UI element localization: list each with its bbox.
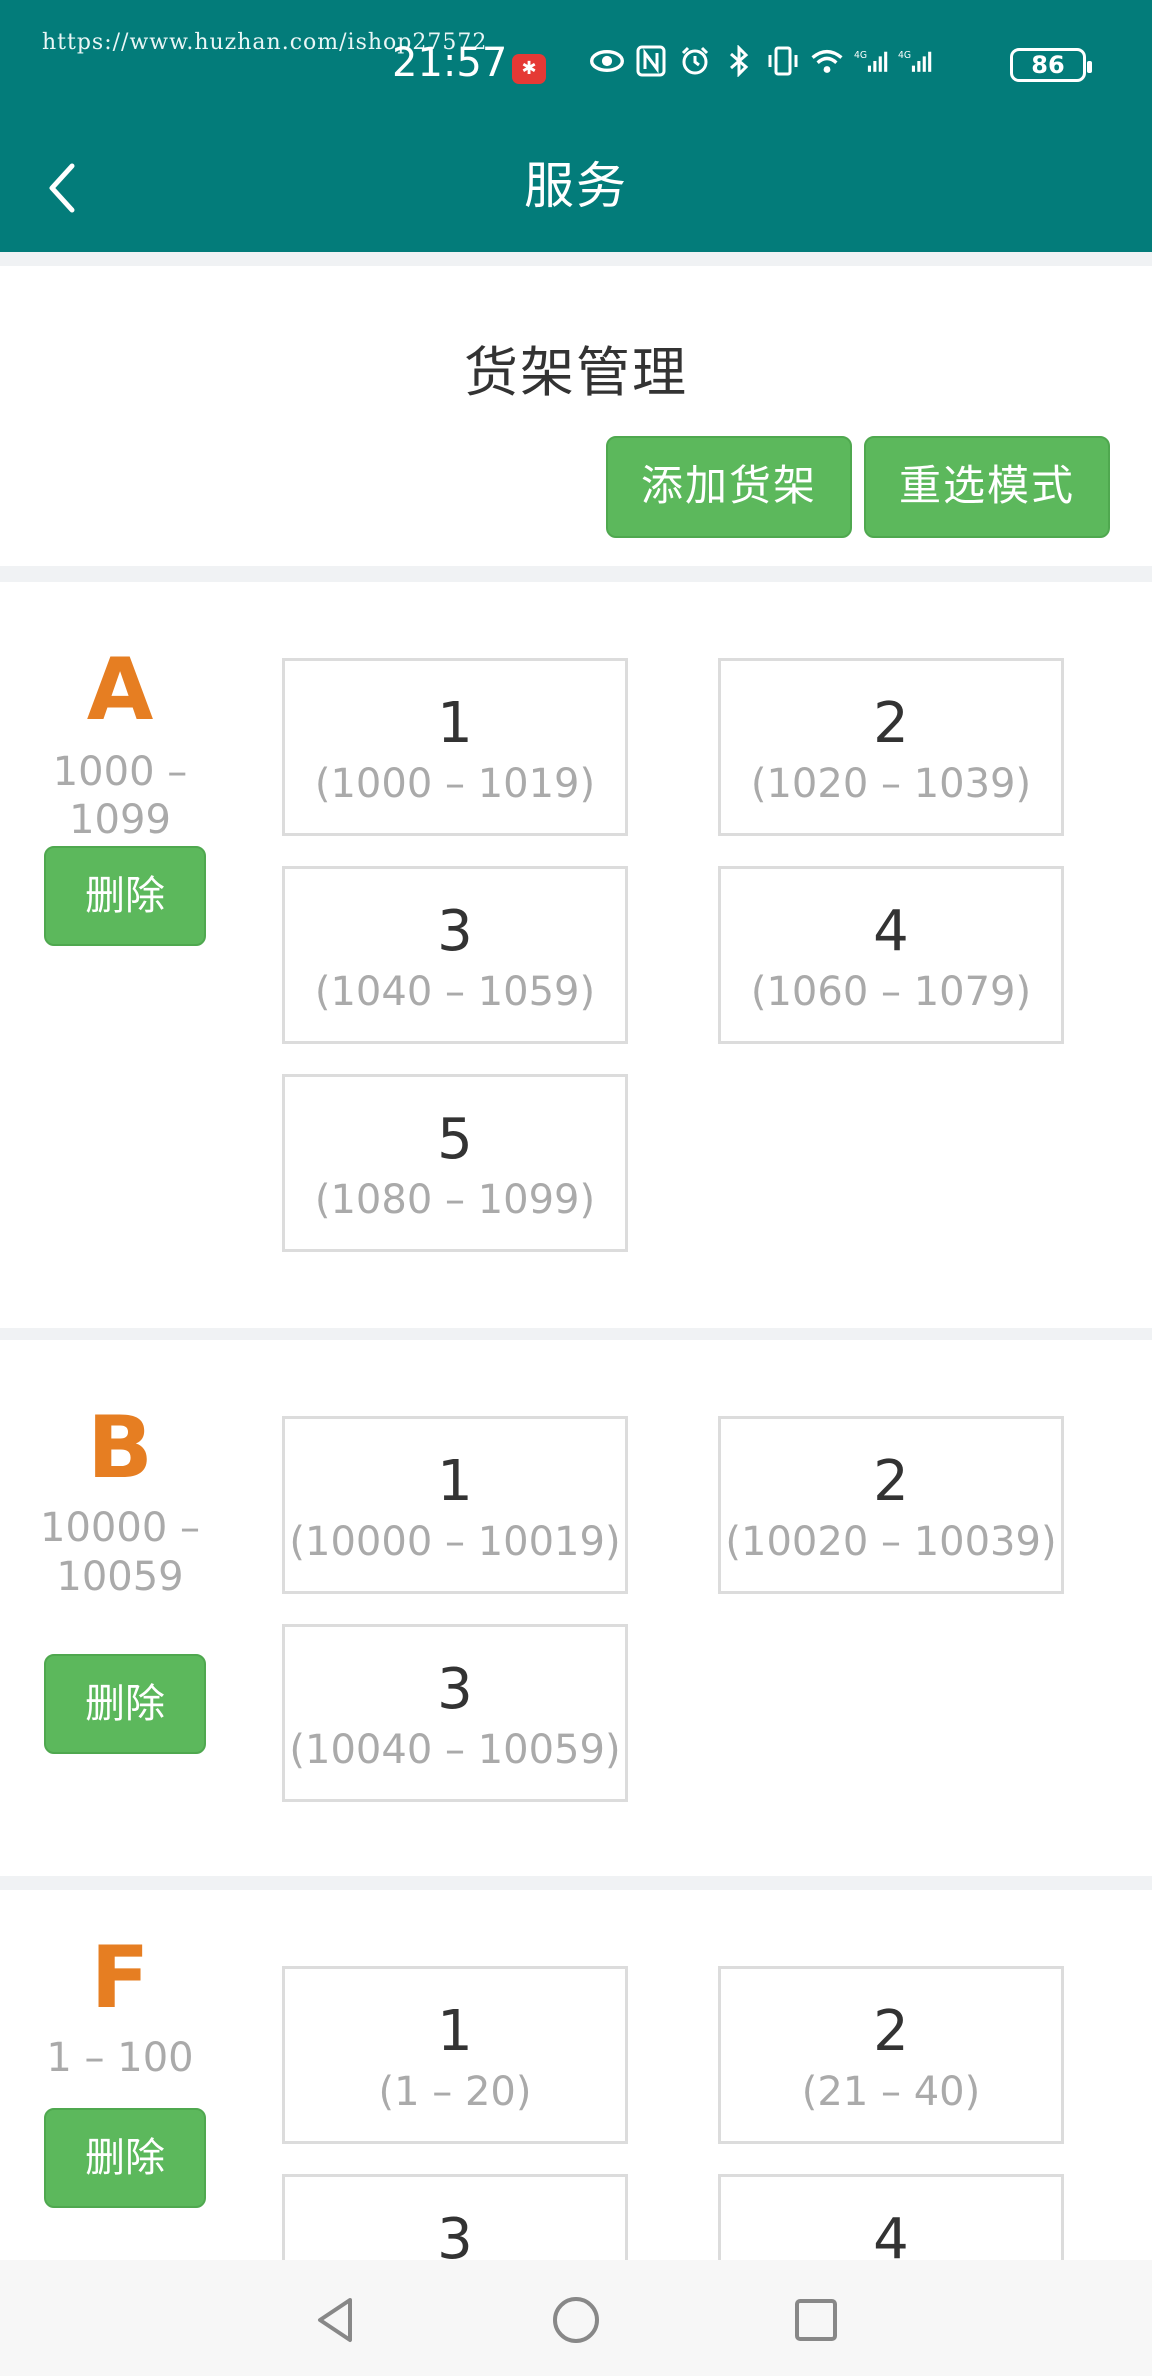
shelf-letter: B: [87, 1398, 153, 1498]
cell-number: 2: [873, 1999, 909, 2064]
cell-number: 1: [437, 1999, 473, 2064]
shelf-cell[interactable]: 1 (1000 – 1019): [282, 658, 628, 836]
cell-range: (1 – 20): [378, 2069, 532, 2115]
cell-number: 2: [873, 1449, 909, 1514]
cell-number: 3: [437, 1657, 473, 1722]
svg-text:4G: 4G: [854, 50, 867, 61]
shelf-section-f: F 1 – 100 删除 1 (1 – 20) 2 (21 – 40) 3 4: [0, 1890, 1152, 2352]
page-title: 服务: [524, 157, 628, 215]
shelf-cell[interactable]: 3 (1040 – 1059): [282, 866, 628, 1044]
cell-number: 1: [437, 691, 473, 756]
nav-home-icon[interactable]: [546, 2290, 606, 2350]
eye-icon: [590, 44, 624, 78]
svg-text:4G: 4G: [898, 50, 911, 61]
shelf-cell[interactable]: 4 (1060 – 1079): [718, 866, 1064, 1044]
cell-range: (10020 – 10039): [725, 1519, 1057, 1565]
shelf-cell[interactable]: 1 (1 – 20): [282, 1966, 628, 2144]
cell-range: (10000 – 10019): [289, 1519, 621, 1565]
cell-range: (1000 – 1019): [314, 761, 596, 807]
delete-shelf-button[interactable]: 删除: [44, 2108, 206, 2208]
cell-number: 4: [873, 899, 909, 964]
cell-range: (1060 – 1079): [750, 969, 1032, 1015]
shelf-cell[interactable]: 2 (10020 – 10039): [718, 1416, 1064, 1594]
nav-back-icon[interactable]: [306, 2290, 366, 2350]
app-header: https://www.huzhan.com/ishop27572 21:57 …: [0, 0, 1152, 252]
cell-range: (21 – 40): [801, 2069, 981, 2115]
reselect-mode-button[interactable]: 重选模式: [864, 436, 1110, 538]
cell-range: (1040 – 1059): [314, 969, 596, 1015]
bluetooth-icon: [722, 44, 756, 78]
shelf-range: 1000 – 1099: [52, 749, 188, 843]
signal-4g-icon: 4G: [854, 44, 888, 78]
shelf-range: 10000 – 10059: [40, 1505, 200, 1600]
battery-indicator: 86: [1010, 48, 1092, 82]
status-time: 21:57: [392, 40, 508, 86]
add-shelf-button[interactable]: 添加货架: [606, 436, 852, 538]
cell-range: (1080 – 1099): [314, 1177, 596, 1223]
cell-range: (1020 – 1039): [750, 761, 1032, 807]
shelf-letter: A: [86, 640, 154, 740]
shelf-cell[interactable]: 5 (1080 – 1099): [282, 1074, 628, 1252]
app-notification-badge: ✱: [512, 54, 546, 84]
cell-number: 3: [437, 899, 473, 964]
shelf-cell[interactable]: 1 (10000 – 10019): [282, 1416, 628, 1594]
status-icons: 4G 4G: [590, 44, 932, 78]
cell-number: 5: [437, 1107, 473, 1172]
wifi-icon: [810, 44, 844, 78]
shelf-cell[interactable]: 2 (21 – 40): [718, 1966, 1064, 2144]
delete-shelf-button[interactable]: 删除: [44, 846, 206, 946]
panel-title: 货架管理: [464, 341, 688, 404]
vibrate-icon: [766, 44, 800, 78]
shelf-cell[interactable]: 2 (1020 – 1039): [718, 658, 1064, 836]
cell-number: 1: [437, 1449, 473, 1514]
nav-recents-icon[interactable]: [786, 2290, 846, 2350]
shelf-section-b: B 10000 – 10059 删除 1 (10000 – 10019) 2 (…: [0, 1340, 1152, 1876]
shelf-section-a: A 1000 – 1099 删除 1 (1000 – 1019) 2 (1020…: [0, 582, 1152, 1328]
system-nav-bar: [0, 2260, 1152, 2376]
shelf-management-panel: 货架管理 添加货架 重选模式: [0, 266, 1152, 566]
shelf-cell[interactable]: 3 (10040 – 10059): [282, 1624, 628, 1802]
shelf-range: 1 – 100: [46, 2035, 194, 2081]
signal-4g-icon: 4G: [898, 44, 932, 78]
delete-shelf-button[interactable]: 删除: [44, 1654, 206, 1754]
shelf-letter: F: [90, 1928, 150, 2028]
nfc-icon: [634, 44, 668, 78]
cell-range: (10040 – 10059): [289, 1727, 621, 1773]
alarm-icon: [678, 44, 712, 78]
cell-number: 2: [873, 691, 909, 756]
